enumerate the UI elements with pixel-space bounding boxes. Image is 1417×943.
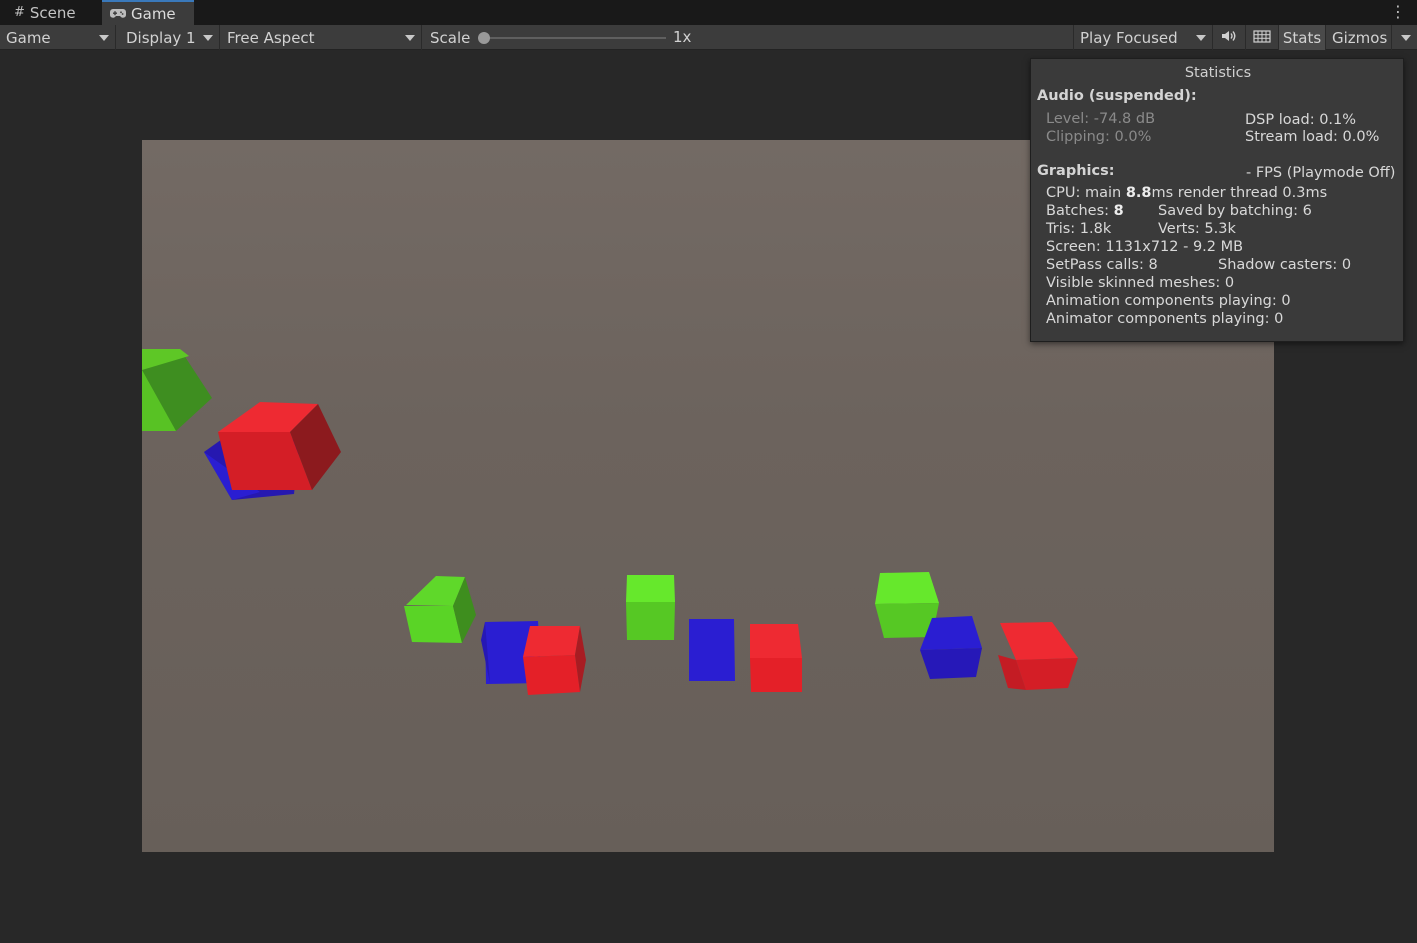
display-dropdown[interactable]: Display 1 (117, 25, 220, 50)
skinned-meshes-stat: Visible skinned meshes: 0 (1046, 275, 1235, 291)
red-cube-2 (750, 624, 802, 692)
green-cube-2 (626, 575, 675, 640)
aspect-ratio-dropdown-label: Free Aspect (227, 28, 315, 47)
tab-game[interactable]: Game (102, 0, 194, 25)
tris-stat: Tris: 1.8k (1046, 221, 1112, 237)
scale-control: Scale 1x (422, 25, 722, 50)
green-cube-large (142, 349, 212, 431)
blue-cube-3 (920, 616, 982, 679)
statistics-panel: Statistics Audio (suspended): Level: -74… (1030, 58, 1404, 342)
saved-by-batching: Saved by batching: 6 (1158, 203, 1312, 219)
play-mode-dropdown[interactable]: Play Focused (1073, 25, 1213, 50)
game-view-dropdown[interactable]: Game (0, 25, 116, 50)
scale-label: Scale (430, 28, 471, 47)
tab-game-label: Game (131, 4, 176, 23)
chevron-down-icon (203, 35, 213, 41)
batches-stat: Batches: 8 (1046, 203, 1124, 219)
cpu-prefix: CPU: main (1046, 185, 1126, 201)
graphics-heading: Graphics: (1037, 163, 1115, 179)
red-cube-1 (523, 626, 586, 695)
gizmos-toggle-button[interactable]: Gizmos (1326, 25, 1392, 50)
gamepad-icon (110, 5, 126, 23)
chevron-down-icon (405, 35, 415, 41)
aspect-ratio-dropdown[interactable]: Free Aspect (221, 25, 422, 50)
red-cube-3 (998, 622, 1078, 690)
audio-heading: Audio (suspended): (1037, 88, 1197, 104)
green-cube-1 (404, 576, 476, 643)
audio-level: Level: -74.8 dB (1046, 111, 1156, 127)
speaker-icon (1221, 29, 1237, 47)
audio-clipping: Clipping: 0.0% (1046, 129, 1152, 145)
screen-stat: Screen: 1131x712 - 9.2 MB (1046, 239, 1244, 255)
statistics-title: Statistics (1184, 65, 1252, 81)
fps-readout: - FPS (Playmode Off) (1246, 165, 1396, 181)
stream-load: Stream load: 0.0% (1245, 129, 1380, 145)
display-dropdown-label: Display 1 (126, 28, 196, 47)
shadow-casters-stat: Shadow casters: 0 (1218, 257, 1352, 273)
grid-toggle-button[interactable] (1246, 25, 1279, 50)
stats-toggle-label: Stats (1282, 28, 1322, 47)
chevron-down-icon (1196, 35, 1206, 41)
play-mode-dropdown-label: Play Focused (1080, 28, 1178, 47)
chevron-down-icon (99, 35, 109, 41)
setpass-stat: SetPass calls: 8 (1046, 257, 1158, 273)
cpu-suffix: ms render thread 0.3ms (1151, 185, 1328, 201)
game-view-toolbar: Game Display 1 Free Aspect Scale 1x Play… (0, 25, 1417, 50)
chevron-down-icon (1401, 35, 1411, 41)
grid-hash-icon: # (14, 5, 25, 20)
blue-cube-2 (689, 619, 735, 681)
scale-value: 1x (673, 28, 692, 46)
grid-icon (1253, 29, 1271, 47)
gizmos-toggle-label: Gizmos (1332, 28, 1388, 47)
dsp-load: DSP load: 0.1% (1245, 112, 1357, 128)
stats-toggle-button[interactable]: Stats (1279, 25, 1326, 50)
game-view-dropdown-label: Game (6, 28, 51, 47)
window-tab-bar: # Scene Game ⋮ (0, 0, 1417, 25)
tab-scene-label: Scene (29, 3, 76, 22)
tab-scene[interactable]: # Scene (6, 0, 98, 25)
gizmos-dropdown[interactable] (1392, 25, 1417, 50)
animation-components-stat: Animation components playing: 0 (1046, 293, 1291, 309)
scale-slider-handle[interactable] (478, 32, 490, 44)
batches-prefix: Batches: (1046, 203, 1114, 219)
cpu-main-value: 8.8 (1125, 185, 1152, 201)
red-cube-large (218, 402, 341, 490)
batches-value: 8 (1113, 203, 1124, 219)
more-options-icon[interactable]: ⋮ (1390, 2, 1406, 22)
cpu-stats: CPU: main 8.8ms render thread 0.3ms (1046, 185, 1327, 201)
verts-stat: Verts: 5.3k (1158, 221, 1236, 237)
animator-components-stat: Animator components playing: 0 (1046, 311, 1284, 327)
mute-audio-button[interactable] (1213, 25, 1246, 50)
scale-slider-track[interactable] (480, 37, 666, 39)
